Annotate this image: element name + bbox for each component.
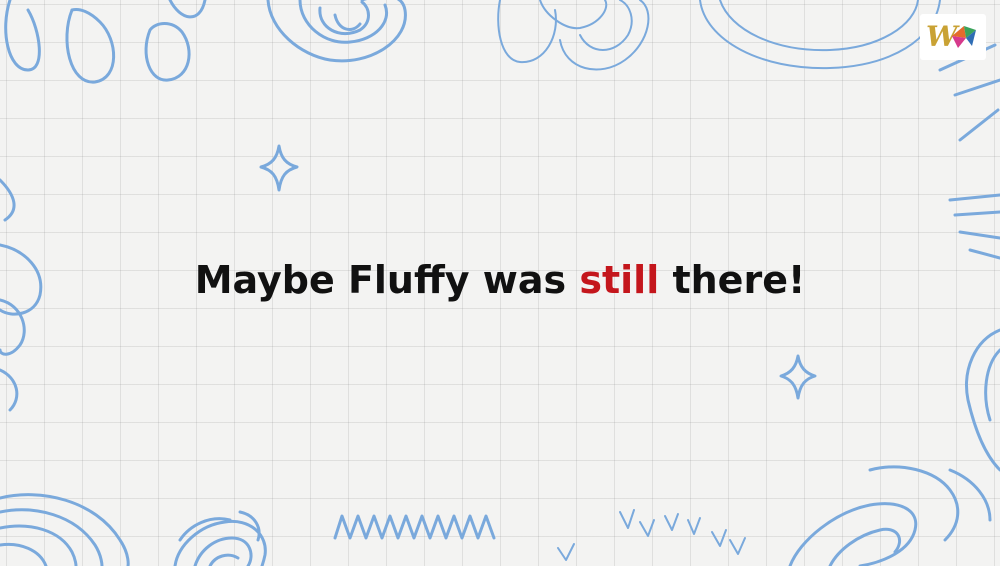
doodle-rays-right [938,43,1000,260]
doodle-loop-top-left-3 [144,22,191,82]
doodle-loop-right [965,328,1000,472]
doodle-checks [557,509,746,561]
doodle-zigzag [333,514,496,540]
sentence-text-before: Maybe Fluffy was [194,258,580,302]
sentence-highlight-word: still [579,258,660,302]
doodle-loop-left-1 [0,178,16,222]
slide: W Maybe Fluffy was still there! [0,0,1000,566]
sparkle-star-upper [259,144,299,192]
doodle-loop-left-3 [0,298,26,356]
doodle-spiral-top-2 [539,0,608,30]
doodle-loop-top-left-4 [168,0,207,19]
sentence-text-after: there! [659,258,806,302]
doodle-loop-left-4 [0,368,19,412]
main-sentence: Maybe Fluffy was still there! [0,258,1000,302]
doodle-loop-top-left-2 [65,8,116,84]
doodle-loop-bottom-right [788,465,992,566]
sparkle-star-lower [779,354,817,400]
doodle-scribble-bottom [173,510,267,566]
logo-arrow-icon [952,26,976,48]
doodle-spiral-top-1 [497,0,557,64]
doodle-scribble-top [266,0,407,63]
doodle-arc-top-right [699,0,941,70]
doodle-spiral-bottom-left [0,493,130,566]
brand-logo: W [920,14,986,60]
doodle-loop-top-left-1 [4,0,41,72]
